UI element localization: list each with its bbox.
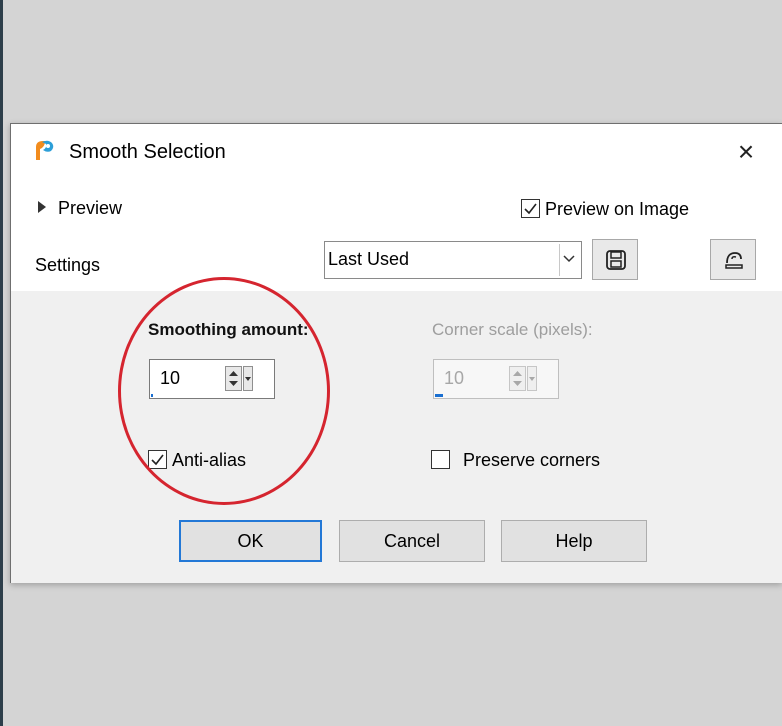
preset-dropdown[interactable]: Last Used [324, 241, 582, 279]
smoothing-amount-value[interactable]: 10 [160, 368, 180, 389]
close-button[interactable]: × [729, 134, 763, 170]
anti-alias-checkbox[interactable]: Anti-alias [148, 450, 288, 472]
settings-label: Settings [35, 255, 101, 275]
chevron-down-icon[interactable] [559, 244, 579, 276]
help-button[interactable]: Help [501, 520, 647, 562]
slider-popup-arrow-icon[interactable] [243, 366, 253, 391]
checkmark-icon [151, 454, 164, 466]
preview-expander[interactable]: Preview [38, 198, 122, 219]
floppy-disk-icon [606, 250, 626, 270]
spin-arrows-icon[interactable] [225, 366, 242, 391]
anti-alias-label: Anti-alias [172, 450, 247, 470]
dialog-titlebar[interactable]: Smooth Selection × [11, 124, 782, 182]
smooth-selection-dialog: Smooth Selection × Preview Preview on Im… [10, 123, 782, 583]
reset-defaults-button[interactable] [710, 239, 756, 280]
save-preset-button[interactable] [592, 239, 638, 280]
anti-alias-checkbox-box[interactable] [148, 450, 167, 469]
preview-on-image-label: Preview on Image [545, 199, 690, 219]
background-window-edge [0, 0, 3, 726]
cancel-button[interactable]: Cancel [339, 520, 485, 562]
smoothing-amount-label: Smoothing amount: [148, 320, 309, 339]
paintshop-app-icon [33, 138, 57, 162]
reset-defaults-icon [725, 252, 743, 269]
smoothing-amount-slider[interactable] [151, 394, 256, 397]
checkmark-icon [524, 203, 537, 215]
corner-scale-value: 10 [444, 368, 465, 388]
dialog-title: Smooth Selection [69, 141, 226, 163]
smoothing-amount-spinbox[interactable]: 10 [149, 359, 275, 399]
preview-on-image-checkbox-box[interactable] [521, 199, 540, 218]
preserve-corners-checkbox[interactable]: Preserve corners [431, 450, 641, 472]
preset-value: Last Used [328, 249, 410, 269]
preserve-corners-label: Preserve corners [463, 450, 601, 470]
slider-popup-arrow-icon [527, 366, 537, 391]
corner-scale-slider [435, 394, 540, 397]
corner-scale-label: Corner scale (pixels): [432, 320, 593, 339]
ok-button[interactable]: OK [179, 520, 322, 562]
preview-on-image-checkbox[interactable]: Preview on Image [521, 199, 741, 221]
preserve-corners-checkbox-box[interactable] [431, 450, 450, 469]
spin-arrows-icon [509, 366, 526, 391]
preview-expander-label: Preview [58, 198, 123, 218]
corner-scale-spinbox: 10 [433, 359, 559, 399]
expand-triangle-icon [38, 201, 46, 213]
